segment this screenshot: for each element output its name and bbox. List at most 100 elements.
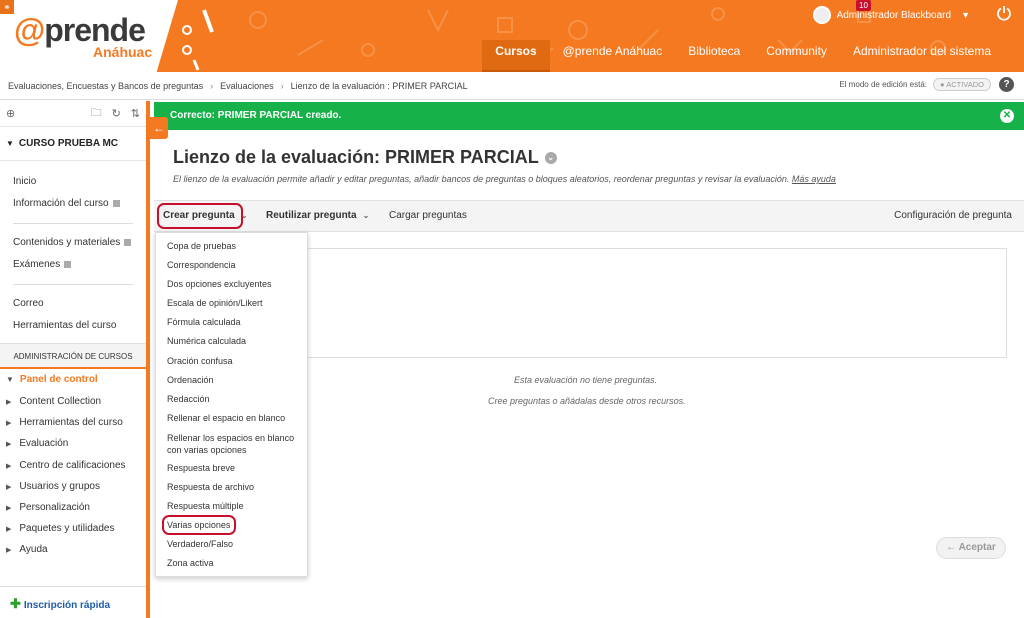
page-icon [112, 199, 120, 207]
logo-subtitle: Anáhuac [93, 44, 153, 60]
link-icon[interactable]: ⚭ [0, 0, 14, 14]
panel-control-toggle[interactable]: ▼ Panel de control [0, 369, 146, 391]
sidebar-item-inicio[interactable]: Inicio [0, 171, 146, 193]
menu-item-oracion-confusa[interactable]: Oración confusa [156, 352, 307, 371]
divider [13, 223, 133, 224]
triangle-right-icon: ▶ [6, 547, 12, 555]
menu-item-ordenacion[interactable]: Ordenación [156, 371, 307, 390]
triangle-right-icon: ▶ [6, 526, 12, 534]
page-icon [124, 238, 132, 246]
panel-item-paquetes[interactable]: ▶ Paquetes y utilidades [0, 518, 146, 539]
breadcrumb: Evaluaciones, Encuestas y Bancos de preg… [0, 72, 1024, 100]
reuse-question-button[interactable]: Reutilizar pregunta ⌄ [266, 210, 369, 221]
menu-item-numerica[interactable]: Numérica calculada [156, 332, 307, 351]
menu-item-rellenar-espacio[interactable]: Rellenar el espacio en blanco [156, 409, 307, 428]
add-icon[interactable]: ⊕ [6, 107, 15, 120]
question-settings-button[interactable]: Configuración de pregunta [894, 210, 1012, 221]
divider [13, 284, 133, 285]
logo-area[interactable]: @prende Anáhuac [0, 0, 178, 72]
page-icon [64, 260, 72, 268]
menu-item-likert[interactable]: Escala de opinión/Likert [156, 294, 307, 313]
chevron-right-icon: › [210, 80, 214, 91]
folder-icon[interactable]: 🗀 [91, 104, 102, 123]
panel-item-calificaciones[interactable]: ▶ Centro de calificaciones [0, 455, 146, 476]
panel-item-content-collection[interactable]: ▶ Content Collection [0, 391, 146, 412]
edit-mode-toggle[interactable]: ● ACTIVADO [933, 78, 991, 91]
edit-mode: El modo de edición está: ● ACTIVADO ? [839, 77, 1014, 92]
edit-mode-label: El modo de edición está: [839, 80, 928, 89]
menu-item-rellenar-varios[interactable]: Rellenar los espacios en blanco con vari… [156, 428, 307, 459]
panel-item-evaluacion[interactable]: ▶ Evaluación [0, 433, 146, 454]
chevron-down-icon[interactable]: ⌄ [544, 152, 557, 165]
refresh-icon[interactable]: ↻ [112, 107, 121, 120]
chevron-down-icon: ▼ [961, 10, 970, 20]
user-name: Administrador Blackboard [836, 9, 952, 21]
more-help-link[interactable]: Más ayuda [792, 174, 836, 184]
menu-item-respuesta-multiple[interactable]: Respuesta múltiple [156, 497, 307, 516]
nav-community[interactable]: Community [753, 40, 840, 72]
nav-cursos[interactable]: Cursos [482, 40, 550, 72]
breadcrumb-item[interactable]: Evaluaciones, Encuestas y Bancos de preg… [8, 81, 203, 91]
panel-item-ayuda[interactable]: ▶ Ayuda [0, 539, 146, 560]
collapse-sidebar-icon[interactable]: ← [150, 117, 168, 139]
avatar [812, 6, 831, 24]
triangle-down-icon: ▼ [6, 375, 14, 384]
nav-biblioteca[interactable]: Biblioteca [675, 40, 753, 72]
user-menu[interactable]: Administrador Blackboard ▼ [812, 6, 970, 24]
page-title: Lienzo de la evaluación: PRIMER PARCIAL ⌄ [173, 147, 557, 168]
sidebar-item-correo[interactable]: Correo [0, 293, 146, 315]
upload-questions-button[interactable]: Cargar preguntas [389, 210, 467, 221]
close-icon[interactable]: ✕ [1000, 109, 1014, 123]
power-icon[interactable] [996, 5, 1012, 21]
sidebar-item-examenes[interactable]: Exámenes [0, 254, 146, 276]
panel-item-usuarios[interactable]: ▶ Usuarios y grupos [0, 476, 146, 497]
success-message: Correcto: PRIMER PARCIAL creado. [170, 110, 342, 121]
sidebar-toolbar: ⊕ 🗀 ↻ ⇅ [0, 101, 146, 127]
menu-item-formula[interactable]: Fórmula calculada [156, 313, 307, 332]
triangle-right-icon: ▶ [6, 399, 12, 406]
chevron-right-icon: › [280, 80, 284, 91]
nav-admin[interactable]: Administrador del sistema [840, 40, 1004, 72]
top-header: @prende Anáhuac ⚭ Administrador Blackboa… [0, 0, 1024, 72]
menu-item-redaccion[interactable]: Redacción [156, 390, 307, 409]
menu-item-respuesta-archivo[interactable]: Respuesta de archivo [156, 478, 307, 497]
breadcrumb-current: Lienzo de la evaluación : PRIMER PARCIAL [290, 80, 468, 91]
highlight-annotation [162, 515, 236, 535]
panel-item-herramientas[interactable]: ▶ Herramientas del curso [0, 412, 146, 433]
course-title[interactable]: ▼ CURSO PRUEBA MC [0, 127, 146, 161]
action-toolbar: Crear pregunta ⌄ Reutilizar pregunta ⌄ Car… [154, 200, 1024, 232]
menu-item-respuesta-breve[interactable]: Respuesta breve [156, 459, 307, 478]
breadcrumb-item[interactable]: Evaluaciones [220, 81, 274, 91]
notification-badge[interactable]: 10 [856, 0, 871, 11]
sidebar-item-informacion[interactable]: Información del curso [0, 193, 146, 215]
triangle-right-icon: ▶ [6, 420, 12, 428]
course-sidebar: ⊕ 🗀 ↻ ⇅ ▼ CURSO PRUEBA MC Inicio Informac… [0, 101, 150, 618]
nav-aprende[interactable]: @prende Anáhuac [550, 40, 676, 72]
success-banner: Correcto: PRIMER PARCIAL creado. ✕ [154, 102, 1024, 130]
menu-item-correspondencia[interactable]: Correspondencia [156, 256, 307, 275]
plus-icon: ✚ [10, 596, 21, 611]
highlight-annotation [157, 203, 243, 229]
menu-item-dos-opciones[interactable]: Dos opciones excluyentes [156, 275, 307, 294]
accept-button[interactable]: ← Aceptar [936, 537, 1006, 559]
triangle-down-icon: ▼ [6, 139, 14, 148]
menu-item-verdadero-falso[interactable]: Verdadero/Falso [156, 535, 307, 554]
sidebar-item-herramientas[interactable]: Herramientas del curso [0, 315, 146, 337]
help-icon[interactable]: ? [999, 77, 1014, 92]
triangle-right-icon: ▶ [6, 504, 12, 512]
triangle-right-icon: ▶ [6, 462, 12, 470]
question-canvas [305, 248, 1007, 358]
page-description: El lienzo de la evaluación permite añadi… [173, 174, 836, 184]
sidebar-item-contenidos[interactable]: Contenidos y materiales [0, 232, 146, 254]
menu-item-zona-activa[interactable]: Zona activa [156, 554, 307, 573]
sort-icon[interactable]: ⇅ [131, 107, 140, 120]
quick-enroll-link[interactable]: ✚ Inscripción rápida [0, 586, 146, 618]
triangle-right-icon: ▶ [6, 441, 12, 449]
triangle-right-icon: ▶ [6, 483, 12, 491]
brand-mark-icon [182, 9, 214, 71]
admin-section-title: ADMINISTRACIÓN DE CURSOS [0, 343, 146, 369]
empty-hint: Cree preguntas o añádalas desde otros re… [488, 396, 686, 406]
panel-item-personalizacion[interactable]: ▶ Personalización [0, 497, 146, 518]
main-nav: Cursos @prende Anáhuac Biblioteca Commun… [482, 40, 1004, 72]
menu-item-copa-pruebas[interactable]: Copa de pruebas [156, 237, 307, 256]
